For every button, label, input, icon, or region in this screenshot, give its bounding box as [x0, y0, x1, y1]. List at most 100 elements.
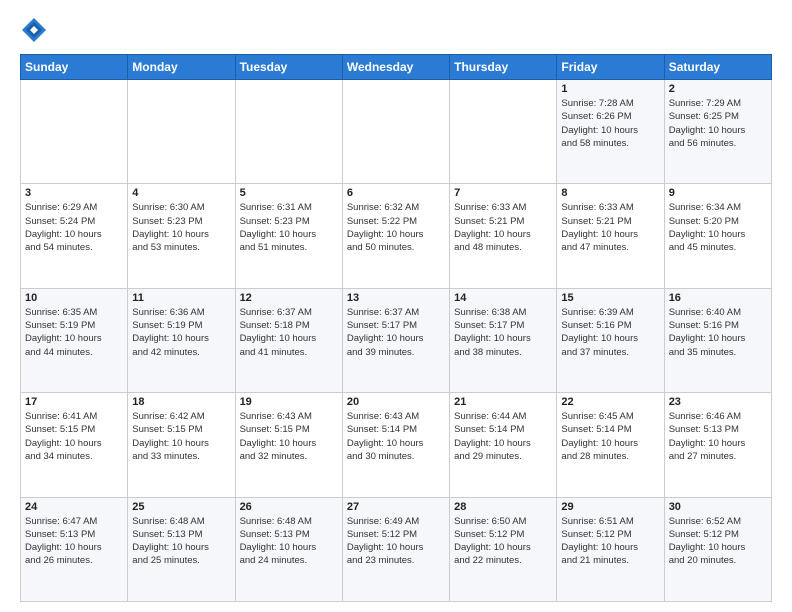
- calendar-table: SundayMondayTuesdayWednesdayThursdayFrid…: [20, 54, 772, 602]
- cell-info: Sunrise: 6:44 AM Sunset: 5:14 PM Dayligh…: [454, 410, 552, 463]
- day-number: 4: [132, 187, 230, 199]
- day-number: 28: [454, 501, 552, 513]
- day-number: 30: [669, 501, 767, 513]
- day-number: 20: [347, 396, 445, 408]
- cell-info: Sunrise: 6:43 AM Sunset: 5:15 PM Dayligh…: [240, 410, 338, 463]
- calendar-cell: 28 Sunrise: 6:50 AM Sunset: 5:12 PM Dayli…: [450, 497, 557, 601]
- cell-info: Sunrise: 6:31 AM Sunset: 5:23 PM Dayligh…: [240, 201, 338, 254]
- logo-icon: [20, 16, 48, 44]
- calendar-cell: 27Sunrise: 6:49 AM Sunset: 5:12 PM Dayli…: [342, 497, 449, 601]
- day-number: 24: [25, 501, 123, 513]
- cell-info: Sunrise: 6:35 AM Sunset: 5:19 PM Dayligh…: [25, 306, 123, 359]
- cell-info: Sunrise: 6:43 AM Sunset: 5:14 PM Dayligh…: [347, 410, 445, 463]
- cell-info: Sunrise: 6:48 AM Sunset: 5:13 PM Dayligh…: [132, 515, 230, 568]
- calendar-cell: 6Sunrise: 6:32 AM Sunset: 5:22 PM Daylig…: [342, 184, 449, 288]
- day-number: 5: [240, 187, 338, 199]
- cell-info: Sunrise: 6:33 AM Sunset: 5:21 PM Dayligh…: [561, 201, 659, 254]
- day-number: 16: [669, 292, 767, 304]
- header: [20, 16, 772, 44]
- calendar-cell: 1 Sunrise: 7:28 AM Sunset: 6:26 PM Daylig…: [557, 80, 664, 184]
- calendar-day-header: Wednesday: [342, 55, 449, 80]
- cell-info: Sunrise: 6:41 AM Sunset: 5:15 PM Dayligh…: [25, 410, 123, 463]
- cell-info: Sunrise: 6:46 AM Sunset: 5:13 PM Dayligh…: [669, 410, 767, 463]
- calendar-day-header: Friday: [557, 55, 664, 80]
- day-number: 15: [561, 292, 659, 304]
- day-number: 8: [561, 187, 659, 199]
- calendar-week-row: 3 Sunrise: 6:29 AM Sunset: 5:24 PM Daylig…: [21, 184, 772, 288]
- calendar-cell: 25 Sunrise: 6:48 AM Sunset: 5:13 PM Dayli…: [128, 497, 235, 601]
- calendar-week-row: 1 Sunrise: 7:28 AM Sunset: 6:26 PM Daylig…: [21, 80, 772, 184]
- cell-info: Sunrise: 6:34 AM Sunset: 5:20 PM Dayligh…: [669, 201, 767, 254]
- calendar-cell: 20 Sunrise: 6:43 AM Sunset: 5:14 PM Dayli…: [342, 393, 449, 497]
- cell-info: Sunrise: 6:48 AM Sunset: 5:13 PM Dayligh…: [240, 515, 338, 568]
- calendar-cell: 13 Sunrise: 6:37 AM Sunset: 5:17 PM Dayli…: [342, 288, 449, 392]
- calendar-cell: 12Sunrise: 6:37 AM Sunset: 5:18 PM Dayli…: [235, 288, 342, 392]
- calendar-cell: 19 Sunrise: 6:43 AM Sunset: 5:15 PM Dayli…: [235, 393, 342, 497]
- day-number: 2: [669, 83, 767, 95]
- calendar-cell: 16 Sunrise: 6:40 AM Sunset: 5:16 PM Dayli…: [664, 288, 771, 392]
- calendar-cell: 11 Sunrise: 6:36 AM Sunset: 5:19 PM Dayli…: [128, 288, 235, 392]
- calendar-cell: 21 Sunrise: 6:44 AM Sunset: 5:14 PM Dayli…: [450, 393, 557, 497]
- cell-info: Sunrise: 6:37 AM Sunset: 5:17 PM Dayligh…: [347, 306, 445, 359]
- day-number: 29: [561, 501, 659, 513]
- day-number: 10: [25, 292, 123, 304]
- cell-info: Sunrise: 6:32 AM Sunset: 5:22 PM Dayligh…: [347, 201, 445, 254]
- cell-info: Sunrise: 6:37 AM Sunset: 5:18 PM Dayligh…: [240, 306, 338, 359]
- calendar-cell: 10 Sunrise: 6:35 AM Sunset: 5:19 PM Dayli…: [21, 288, 128, 392]
- calendar-cell: [128, 80, 235, 184]
- calendar-cell: 7 Sunrise: 6:33 AM Sunset: 5:21 PM Daylig…: [450, 184, 557, 288]
- calendar-cell: 29 Sunrise: 6:51 AM Sunset: 5:12 PM Dayli…: [557, 497, 664, 601]
- day-number: 22: [561, 396, 659, 408]
- calendar-header-row: SundayMondayTuesdayWednesdayThursdayFrid…: [21, 55, 772, 80]
- day-number: 23: [669, 396, 767, 408]
- cell-info: Sunrise: 6:50 AM Sunset: 5:12 PM Dayligh…: [454, 515, 552, 568]
- calendar-cell: [450, 80, 557, 184]
- day-number: 11: [132, 292, 230, 304]
- cell-info: Sunrise: 6:36 AM Sunset: 5:19 PM Dayligh…: [132, 306, 230, 359]
- calendar-cell: [235, 80, 342, 184]
- calendar-cell: 5 Sunrise: 6:31 AM Sunset: 5:23 PM Daylig…: [235, 184, 342, 288]
- day-number: 21: [454, 396, 552, 408]
- calendar-cell: 30Sunrise: 6:52 AM Sunset: 5:12 PM Dayli…: [664, 497, 771, 601]
- cell-info: Sunrise: 6:38 AM Sunset: 5:17 PM Dayligh…: [454, 306, 552, 359]
- cell-info: Sunrise: 6:29 AM Sunset: 5:24 PM Dayligh…: [25, 201, 123, 254]
- day-number: 25: [132, 501, 230, 513]
- cell-info: Sunrise: 6:49 AM Sunset: 5:12 PM Dayligh…: [347, 515, 445, 568]
- day-number: 13: [347, 292, 445, 304]
- calendar-day-header: Sunday: [21, 55, 128, 80]
- calendar-week-row: 10 Sunrise: 6:35 AM Sunset: 5:19 PM Dayli…: [21, 288, 772, 392]
- calendar-cell: [342, 80, 449, 184]
- day-number: 26: [240, 501, 338, 513]
- day-number: 7: [454, 187, 552, 199]
- day-number: 1: [561, 83, 659, 95]
- day-number: 9: [669, 187, 767, 199]
- calendar-cell: 22 Sunrise: 6:45 AM Sunset: 5:14 PM Dayli…: [557, 393, 664, 497]
- day-number: 3: [25, 187, 123, 199]
- cell-info: Sunrise: 6:39 AM Sunset: 5:16 PM Dayligh…: [561, 306, 659, 359]
- cell-info: Sunrise: 6:33 AM Sunset: 5:21 PM Dayligh…: [454, 201, 552, 254]
- calendar-week-row: 24 Sunrise: 6:47 AM Sunset: 5:13 PM Dayli…: [21, 497, 772, 601]
- calendar-cell: 14 Sunrise: 6:38 AM Sunset: 5:17 PM Dayli…: [450, 288, 557, 392]
- day-number: 18: [132, 396, 230, 408]
- calendar-cell: 9 Sunrise: 6:34 AM Sunset: 5:20 PM Daylig…: [664, 184, 771, 288]
- calendar-cell: 3 Sunrise: 6:29 AM Sunset: 5:24 PM Daylig…: [21, 184, 128, 288]
- calendar-week-row: 17 Sunrise: 6:41 AM Sunset: 5:15 PM Dayli…: [21, 393, 772, 497]
- cell-info: Sunrise: 6:47 AM Sunset: 5:13 PM Dayligh…: [25, 515, 123, 568]
- calendar-cell: [21, 80, 128, 184]
- day-number: 14: [454, 292, 552, 304]
- calendar-cell: 18 Sunrise: 6:42 AM Sunset: 5:15 PM Dayli…: [128, 393, 235, 497]
- cell-info: Sunrise: 6:42 AM Sunset: 5:15 PM Dayligh…: [132, 410, 230, 463]
- calendar-day-header: Thursday: [450, 55, 557, 80]
- calendar-cell: 23 Sunrise: 6:46 AM Sunset: 5:13 PM Dayli…: [664, 393, 771, 497]
- cell-info: Sunrise: 7:28 AM Sunset: 6:26 PM Dayligh…: [561, 97, 659, 150]
- calendar-cell: 26 Sunrise: 6:48 AM Sunset: 5:13 PM Dayli…: [235, 497, 342, 601]
- cell-info: Sunrise: 6:40 AM Sunset: 5:16 PM Dayligh…: [669, 306, 767, 359]
- cell-info: Sunrise: 6:51 AM Sunset: 5:12 PM Dayligh…: [561, 515, 659, 568]
- day-number: 19: [240, 396, 338, 408]
- day-number: 17: [25, 396, 123, 408]
- calendar-cell: 4Sunrise: 6:30 AM Sunset: 5:23 PM Daylig…: [128, 184, 235, 288]
- calendar-cell: 24 Sunrise: 6:47 AM Sunset: 5:13 PM Dayli…: [21, 497, 128, 601]
- cell-info: Sunrise: 7:29 AM Sunset: 6:25 PM Dayligh…: [669, 97, 767, 150]
- calendar-cell: 15 Sunrise: 6:39 AM Sunset: 5:16 PM Dayli…: [557, 288, 664, 392]
- cell-info: Sunrise: 6:45 AM Sunset: 5:14 PM Dayligh…: [561, 410, 659, 463]
